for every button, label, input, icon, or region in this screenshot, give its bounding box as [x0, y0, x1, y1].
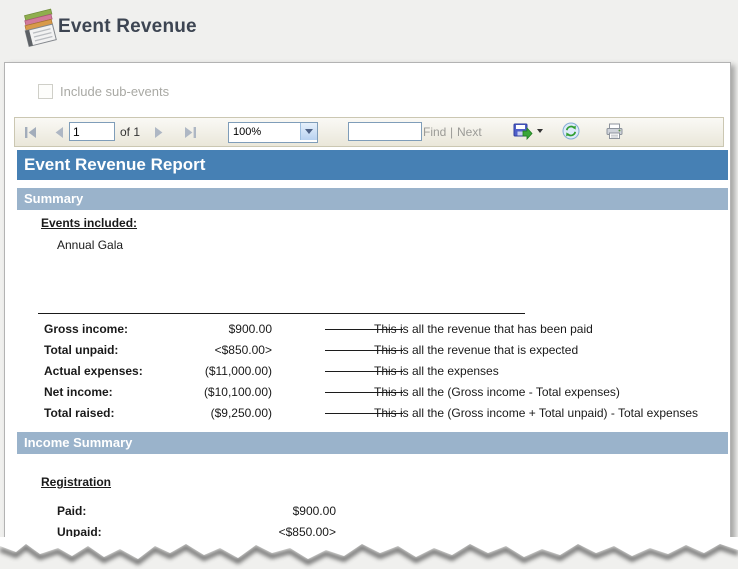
find-input[interactable] — [348, 122, 422, 141]
print-icon[interactable] — [605, 123, 624, 140]
section-header-summary: Summary — [17, 188, 728, 210]
row-description: This is all the revenue that is expected — [374, 343, 579, 357]
row-value: <$850.00> — [214, 343, 272, 357]
report-viewer-toolbar: of 1 100% Find | Next — [14, 117, 724, 147]
next-page-icon[interactable] — [152, 126, 166, 139]
row-description: This is all the (Gross income - Total ex… — [374, 385, 620, 399]
summary-row-actual-expenses: Actual expenses: ($11,000.00) This is al… — [44, 364, 726, 380]
row-label: Net income: — [44, 385, 113, 399]
income-row-paid: Paid: $900.00 — [57, 504, 357, 520]
row-description: This is all the revenue that has been pa… — [374, 322, 593, 336]
row-label: Gross income: — [44, 322, 129, 336]
zoom-value: 100% — [233, 126, 262, 138]
zoom-select[interactable]: 100% — [228, 122, 318, 143]
row-label: Total raised: — [44, 406, 115, 420]
find-link[interactable]: Find — [423, 125, 446, 139]
report-notebook-icon — [24, 8, 57, 48]
summary-row-total-raised: Total raised: ($9,250.00) This is all th… — [44, 406, 726, 422]
previous-page-icon[interactable] — [52, 126, 66, 139]
chevron-down-icon[interactable] — [300, 123, 317, 140]
row-label: Paid: — [57, 504, 87, 518]
include-sub-events-label: Include sub-events — [60, 84, 170, 99]
row-description: This is all the (Gross income + Total un… — [374, 406, 699, 420]
summary-row-net-income: Net income: ($10,100.00) This is all the… — [44, 385, 726, 401]
row-value: ($9,250.00) — [210, 406, 272, 420]
row-value: $900.00 — [292, 504, 336, 518]
row-label: Actual expenses: — [44, 364, 143, 378]
app-window: Event Revenue Include sub-events of 1 10… — [0, 0, 738, 569]
app-header: Event Revenue — [0, 0, 738, 62]
row-value: ($10,100.00) — [203, 385, 272, 399]
row-value: ($11,000.00) — [204, 364, 272, 378]
summary-row-total-unpaid: Total unpaid: <$850.00> This is all the … — [44, 343, 726, 359]
row-description: This is all the expenses — [374, 364, 499, 378]
find-next-separator: | — [450, 125, 454, 139]
row-label: Total unpaid: — [44, 343, 119, 357]
summary-divider — [38, 313, 525, 314]
event-name: Annual Gala — [57, 238, 124, 252]
torn-paper-edge — [0, 537, 738, 566]
first-page-icon[interactable] — [24, 126, 38, 139]
find-next-link[interactable]: Next — [457, 125, 482, 139]
income-group-label: Registration — [41, 475, 112, 489]
refresh-icon[interactable] — [562, 122, 580, 140]
page-count-label: of 1 — [120, 125, 141, 139]
include-sub-events-checkbox[interactable] — [38, 84, 53, 99]
page-title: Event Revenue — [58, 16, 197, 37]
events-included-label: Events included: — [41, 216, 138, 230]
export-dropdown-icon[interactable] — [537, 129, 543, 136]
summary-row-gross-income: Gross income: $900.00 This is all the re… — [44, 322, 726, 338]
report-title-bar: Event Revenue Report — [17, 150, 728, 180]
section-header-income-summary: Income Summary — [17, 432, 728, 454]
report-panel: Include sub-events of 1 100% Find — [4, 62, 731, 541]
last-page-icon[interactable] — [183, 126, 197, 139]
page-number-input[interactable] — [69, 122, 115, 141]
export-icon[interactable] — [513, 123, 533, 140]
row-value: $900.00 — [228, 322, 272, 336]
